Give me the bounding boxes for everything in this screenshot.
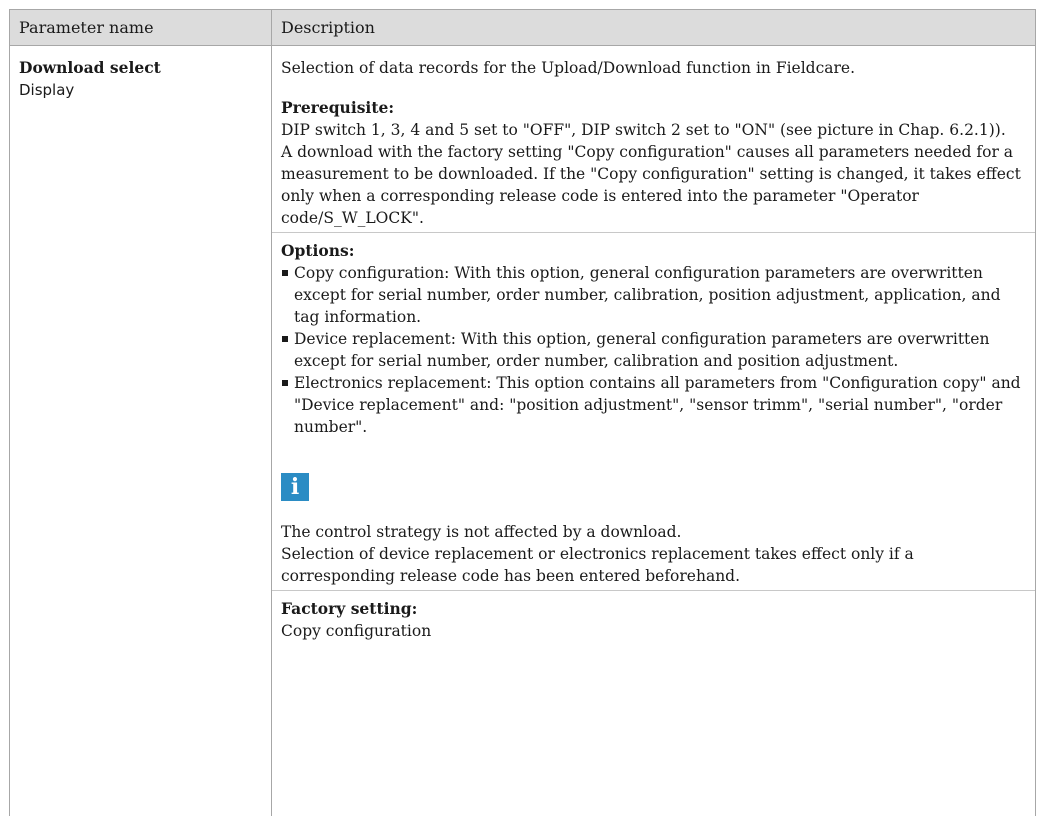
parameter-name-cell: Download select Display xyxy=(9,45,272,816)
parameter-name: Download select xyxy=(19,58,161,77)
divider xyxy=(272,232,1035,233)
list-item: Device replacement: With this option, ge… xyxy=(281,328,1026,372)
factory-setting-section: Factory setting: Copy configuration xyxy=(281,598,1026,642)
header-parameter-name: Parameter name xyxy=(9,9,272,46)
factory-setting-value: Copy configuration xyxy=(281,622,432,640)
description-cell: Selection of data records for the Upload… xyxy=(271,45,1036,816)
parameter-table: Parameter name Description Download sele… xyxy=(9,9,1036,816)
options-section: Options: Copy configuration: With this o… xyxy=(281,240,1026,438)
header-description: Description xyxy=(271,9,1036,46)
list-item: Electronics replacement: This option con… xyxy=(281,372,1026,438)
divider xyxy=(272,590,1035,591)
factory-setting-title: Factory setting: xyxy=(281,599,418,618)
table-row: Download select Display Selection of dat… xyxy=(9,45,1036,816)
list-item: Copy configuration: With this option, ge… xyxy=(281,262,1026,328)
info-icon: i xyxy=(281,473,309,501)
prerequisite-title: Prerequisite: xyxy=(281,98,395,117)
parameter-access: Display xyxy=(19,81,75,99)
options-list: Copy configuration: With this option, ge… xyxy=(281,262,1026,438)
prerequisite-section: Prerequisite: DIP switch 1, 3, 4 and 5 s… xyxy=(281,97,1026,229)
table-header-row: Parameter name Description xyxy=(9,9,1036,46)
description-intro: Selection of data records for the Upload… xyxy=(281,59,856,77)
note-line: The control strategy is not affected by … xyxy=(281,523,682,541)
prerequisite-line: A download with the factory setting "Cop… xyxy=(281,143,1021,227)
note-section: The control strategy is not affected by … xyxy=(281,521,1026,587)
note-line: Selection of device replacement or elect… xyxy=(281,545,914,585)
options-title: Options: xyxy=(281,241,355,260)
prerequisite-line: DIP switch 1, 3, 4 and 5 set to "OFF", D… xyxy=(281,121,1006,139)
